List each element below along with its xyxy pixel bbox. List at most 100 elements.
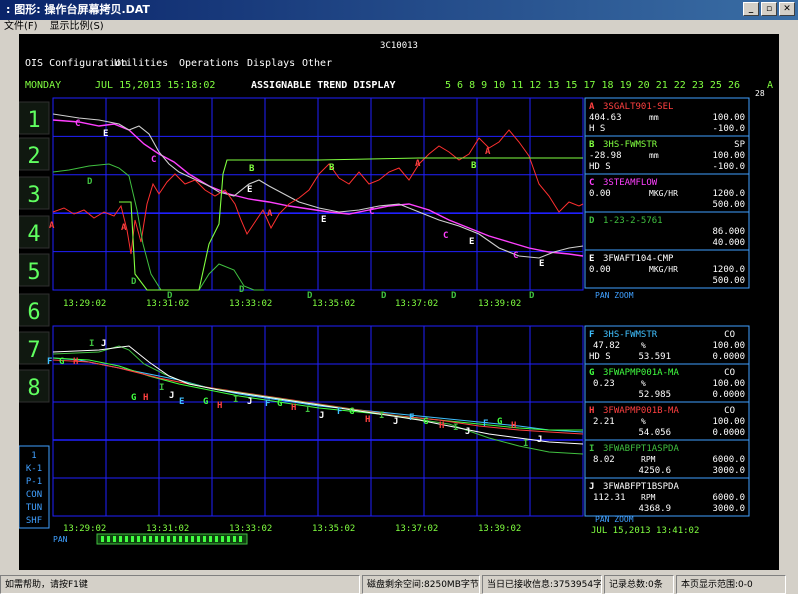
trace-d	[52, 163, 162, 291]
tag-hi: 100.00	[712, 417, 745, 427]
trace-marker: H	[511, 421, 516, 431]
tag-name[interactable]: 3FWABFPT1ASPDA	[603, 444, 679, 454]
top-time-label: 13:37:02	[395, 299, 438, 309]
tag-letter: J	[589, 482, 594, 492]
side-button-label[interactable]: 3	[27, 183, 40, 208]
trace-marker: A	[49, 221, 55, 231]
tag-name[interactable]: 3FWAPMP001A-MA	[603, 368, 679, 378]
side-button-label[interactable]: 7	[27, 338, 40, 363]
minimize-button[interactable]: _	[743, 2, 759, 16]
page-letter: A	[767, 80, 773, 91]
top-pan-zoom[interactable]: PAN ZOOM	[595, 291, 634, 300]
status-item[interactable]: K-1	[26, 464, 42, 474]
trace-marker: I	[89, 339, 94, 349]
status-item[interactable]: SHF	[26, 516, 42, 526]
command-line-glyph	[167, 536, 170, 542]
trace-marker: E	[179, 397, 184, 407]
tag-hi: 1200.0	[712, 265, 745, 275]
bottom-time-label: 13:37:02	[395, 524, 438, 534]
trace-marker: F	[337, 407, 342, 417]
tag-name[interactable]: 3FWAFT104-CMP	[603, 254, 674, 264]
trace-marker: H	[217, 401, 222, 411]
tag-extra: 4250.6	[638, 466, 671, 476]
trace-marker: I	[305, 405, 310, 415]
trace-marker: E	[247, 185, 252, 195]
trace-marker: C	[75, 119, 80, 129]
trace-marker: D	[87, 177, 93, 187]
window-title: : 图形: 操作台屏幕拷贝.DAT	[6, 3, 150, 16]
status-help: 如需帮助，请按F1键	[0, 575, 360, 594]
side-button-label[interactable]: 6	[27, 300, 40, 325]
status-item[interactable]: P-1	[26, 477, 42, 487]
trace-marker: A	[121, 223, 127, 233]
tag-value: 8.02	[593, 455, 615, 465]
tag-name[interactable]: 3FWABFPT1BSPDA	[603, 482, 679, 492]
trace-marker: D	[131, 277, 137, 287]
pan-label[interactable]: PAN	[53, 535, 68, 544]
tag-extra: 54.056	[638, 428, 671, 438]
tag-name[interactable]: 3FWAPMP001B-MA	[603, 406, 679, 416]
menu-file[interactable]: 文件(F)	[4, 20, 38, 34]
trace-marker: I	[453, 423, 458, 433]
tag-mode-top: CO	[724, 368, 735, 378]
tag-letter: A	[589, 102, 595, 112]
ois-menu-item[interactable]: Other	[302, 58, 332, 69]
tag-name[interactable]: 3SGALT901-SEL	[603, 102, 673, 112]
tag-name[interactable]: 3STEAMFLOW	[603, 178, 658, 188]
top-time-label: 13:35:02	[312, 299, 355, 309]
command-line-glyph	[155, 536, 158, 542]
command-line-glyph	[179, 536, 182, 542]
trace-marker: A	[485, 147, 491, 157]
tag-lo: 40.000	[712, 238, 745, 248]
command-line-glyph	[161, 536, 164, 542]
bottom-datetime: JUL 15,2013 13:41:02	[591, 526, 699, 536]
trace-marker: I	[233, 395, 238, 405]
command-line-glyph	[197, 536, 200, 542]
close-button[interactable]: ✕	[779, 2, 795, 16]
command-line-glyph	[119, 536, 122, 542]
tag-mode-top: CO	[724, 330, 735, 340]
menu-zoom[interactable]: 显示比例(S)	[50, 20, 104, 34]
tag-lo: 3000.0	[712, 466, 745, 476]
trace-marker: I	[379, 411, 384, 421]
command-line-glyph	[131, 536, 134, 542]
side-button-label[interactable]: 4	[27, 222, 40, 247]
restore-button[interactable]: ▫	[761, 2, 777, 16]
trace-marker: F	[47, 357, 52, 367]
trace-marker: F	[265, 399, 270, 409]
bottom-pan-zoom[interactable]: PAN ZOOM	[595, 515, 634, 524]
trace-marker: D	[239, 285, 245, 295]
ois-menu-item[interactable]: Operations	[179, 58, 239, 69]
page-number-list[interactable]: 5 6 8 9 10 11 12 13 15 17 18 19 20 21 22…	[445, 80, 740, 91]
tag-value: 47.82	[593, 341, 620, 351]
status-item[interactable]: TUN	[26, 503, 42, 513]
command-line-glyph	[203, 536, 206, 542]
side-button-label[interactable]: 8	[27, 376, 40, 401]
trace-marker: G	[349, 407, 354, 417]
display-title: ASSIGNABLE TREND DISPLAY	[251, 80, 396, 91]
tag-name[interactable]: 1-23-2-5761	[603, 216, 663, 226]
trace-marker: C	[443, 231, 448, 241]
trace-marker: J	[169, 391, 174, 401]
bottom-time-label: 13:39:02	[478, 524, 521, 534]
tag-mode: HD S	[589, 352, 611, 362]
trace-marker: H	[439, 421, 444, 431]
side-button-label[interactable]: 2	[27, 144, 40, 169]
tag-name[interactable]: 3HS-FWMSTR	[603, 140, 658, 150]
bottom-time-label: 13:35:02	[312, 524, 355, 534]
tag-letter: E	[589, 254, 594, 264]
side-button-label[interactable]: 1	[27, 108, 40, 133]
status-item[interactable]: CON	[26, 490, 42, 500]
tag-hi: 86.000	[712, 227, 745, 237]
status-item[interactable]: 1	[31, 451, 36, 461]
tag-mode: HD S	[589, 162, 611, 172]
tag-hi: 100.00	[712, 113, 745, 123]
trace-marker: D	[529, 291, 535, 301]
ois-menu-item[interactable]: Utilities	[114, 58, 168, 69]
ois-menu-item[interactable]: Displays	[247, 58, 295, 69]
tag-hi: 100.00	[712, 341, 745, 351]
tag-unit: %	[641, 417, 646, 426]
side-button-label[interactable]: 5	[27, 260, 40, 285]
ois-menu-item[interactable]: OIS Configuration	[25, 58, 127, 69]
tag-name[interactable]: 3HS-FWMSTR	[603, 330, 658, 340]
